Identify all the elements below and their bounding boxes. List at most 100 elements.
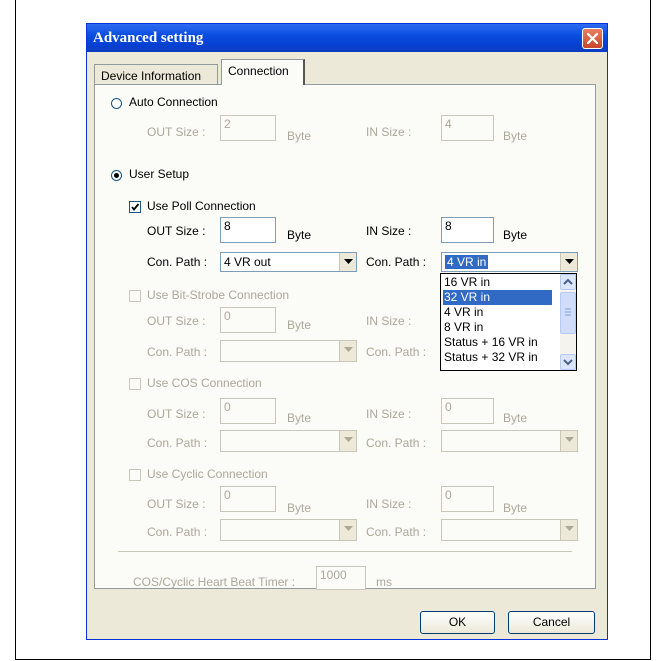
list-item[interactable]: Status + 32 VR in <box>443 350 538 365</box>
auto-out-unit: Byte <box>287 129 312 143</box>
list-item[interactable]: 4 VR in <box>443 305 483 320</box>
bitstrobe-out-path-select <box>220 340 357 362</box>
cos-in-size-label: IN Size : <box>366 407 412 421</box>
separator <box>118 551 572 552</box>
heartbeat-unit: ms <box>376 575 392 589</box>
cyclic-in-size-field: 0 <box>441 486 494 512</box>
poll-out-unit: Byte <box>287 228 312 242</box>
auto-in-unit: Byte <box>503 129 528 143</box>
tab-label: Device Information <box>101 69 202 83</box>
auto-in-size-label: IN Size : <box>366 125 412 139</box>
poll-out-size-field[interactable]: 8 <box>220 217 276 243</box>
dropdown-arrow-icon[interactable] <box>560 253 577 271</box>
cos-in-path-select <box>441 430 578 452</box>
use-cos-label: Use COS Connection <box>147 376 262 390</box>
scroll-up-button[interactable] <box>560 274 576 290</box>
ok-button-label: OK <box>448 615 467 629</box>
cyclic-out-unit: Byte <box>287 501 312 515</box>
bitstrobe-out-size-label: OUT Size : <box>147 314 206 328</box>
dropdown-arrow-icon <box>339 431 356 451</box>
poll-out-path-label: Con. Path : <box>147 255 208 269</box>
heartbeat-value: 1000 <box>320 568 347 582</box>
poll-out-path-value: 4 VR out <box>224 255 271 269</box>
auto-out-size-value: 2 <box>224 117 231 131</box>
bitstrobe-out-size-field: 0 <box>220 307 276 333</box>
tab-label: Connection <box>228 64 289 78</box>
cyclic-in-size-label: IN Size : <box>366 497 412 511</box>
cos-out-path-label: Con. Path : <box>147 436 208 450</box>
use-poll-label: Use Poll Connection <box>147 199 256 213</box>
list-item[interactable]: Status + 16 VR in <box>443 335 538 350</box>
cyclic-out-size-label: OUT Size : <box>147 497 206 511</box>
poll-in-path-select[interactable]: 4 VR in <box>441 252 578 272</box>
title-bar[interactable]: Advanced setting <box>87 24 607 52</box>
cos-in-unit: Byte <box>503 411 528 425</box>
poll-in-path-value: 4 VR in <box>445 255 489 269</box>
bitstrobe-out-path-label: Con. Path : <box>147 345 208 359</box>
auto-in-size-value: 4 <box>445 117 452 131</box>
use-cos-checkbox <box>129 378 141 390</box>
cos-out-unit: Byte <box>287 411 312 425</box>
cyclic-in-path-label: Con. Path : <box>366 525 427 539</box>
poll-in-size-label: IN Size : <box>366 224 412 238</box>
dropdown-arrow-icon <box>339 341 356 361</box>
cos-out-size-value: 0 <box>224 400 231 414</box>
cyclic-out-size-value: 0 <box>224 488 231 502</box>
auto-out-size-label: OUT Size : <box>147 125 206 139</box>
tab-connection[interactable]: Connection <box>221 59 305 85</box>
cyclic-in-unit: Byte <box>503 501 528 515</box>
poll-in-path-label: Con. Path : <box>366 255 427 269</box>
auto-in-size-field: 4 <box>441 115 494 141</box>
heartbeat-label: COS/Cyclic Heart Beat Timer : <box>133 575 296 589</box>
cos-in-path-label: Con. Path : <box>366 436 427 450</box>
poll-out-path-select[interactable]: 4 VR out <box>220 252 357 272</box>
use-cyclic-label: Use Cyclic Connection <box>147 467 268 481</box>
cyclic-out-path-label: Con. Path : <box>147 525 208 539</box>
cos-out-size-label: OUT Size : <box>147 407 206 421</box>
dropdown-arrow-icon <box>339 520 356 540</box>
use-poll-checkbox[interactable] <box>129 201 141 213</box>
bitstrobe-in-size-label: IN Size : <box>366 314 412 328</box>
auto-connection-radio[interactable] <box>111 98 122 109</box>
cos-out-size-field: 0 <box>220 398 276 424</box>
dialog-title: Advanced setting <box>93 30 204 46</box>
dropdown-arrow-icon <box>560 431 577 451</box>
auto-connection-label: Auto Connection <box>129 95 218 109</box>
cos-out-path-select <box>220 430 357 452</box>
cyclic-out-path-select <box>220 519 357 541</box>
scroll-up-icon <box>563 278 573 285</box>
poll-in-size-field[interactable]: 8 <box>441 217 494 243</box>
close-icon <box>587 33 598 44</box>
con-path-dropdown-list[interactable]: 16 VR in 32 VR in 4 VR in 8 VR in Status… <box>440 273 577 371</box>
tab-device-information[interactable]: Device Information <box>94 64 218 86</box>
poll-in-unit: Byte <box>503 228 528 242</box>
dropdown-arrow-icon <box>560 520 577 540</box>
poll-in-path-selected-text: 4 VR in <box>445 255 489 269</box>
ok-button[interactable]: OK <box>420 611 495 634</box>
cancel-button-label: Cancel <box>532 615 571 629</box>
checkmark-icon <box>131 203 140 211</box>
close-button[interactable] <box>582 28 603 49</box>
cyclic-out-size-field: 0 <box>220 486 276 512</box>
bitstrobe-out-unit: Byte <box>287 318 312 332</box>
poll-out-size-value: 8 <box>224 219 231 233</box>
list-scrollbar[interactable] <box>560 274 576 370</box>
poll-in-size-value: 8 <box>445 219 452 233</box>
dropdown-arrow-icon[interactable] <box>339 253 356 271</box>
auto-out-size-field: 2 <box>220 115 276 141</box>
scroll-thumb[interactable] <box>560 292 576 334</box>
heartbeat-field: 1000 <box>316 566 366 590</box>
cancel-button[interactable]: Cancel <box>508 611 595 634</box>
use-bit-strobe-checkbox <box>129 290 141 302</box>
poll-out-size-label: OUT Size : <box>147 224 206 238</box>
cyclic-in-size-value: 0 <box>445 488 452 502</box>
bitstrobe-in-path-label: Con. Path : <box>366 345 427 359</box>
list-item[interactable]: 16 VR in <box>443 275 490 290</box>
list-item[interactable]: 8 VR in <box>443 320 483 335</box>
list-item[interactable]: 32 VR in <box>443 290 552 305</box>
bitstrobe-out-size-value: 0 <box>224 309 231 323</box>
scroll-down-icon <box>563 359 573 366</box>
scroll-down-button[interactable] <box>560 354 576 370</box>
user-setup-label: User Setup <box>129 167 190 181</box>
user-setup-radio[interactable] <box>111 170 122 181</box>
